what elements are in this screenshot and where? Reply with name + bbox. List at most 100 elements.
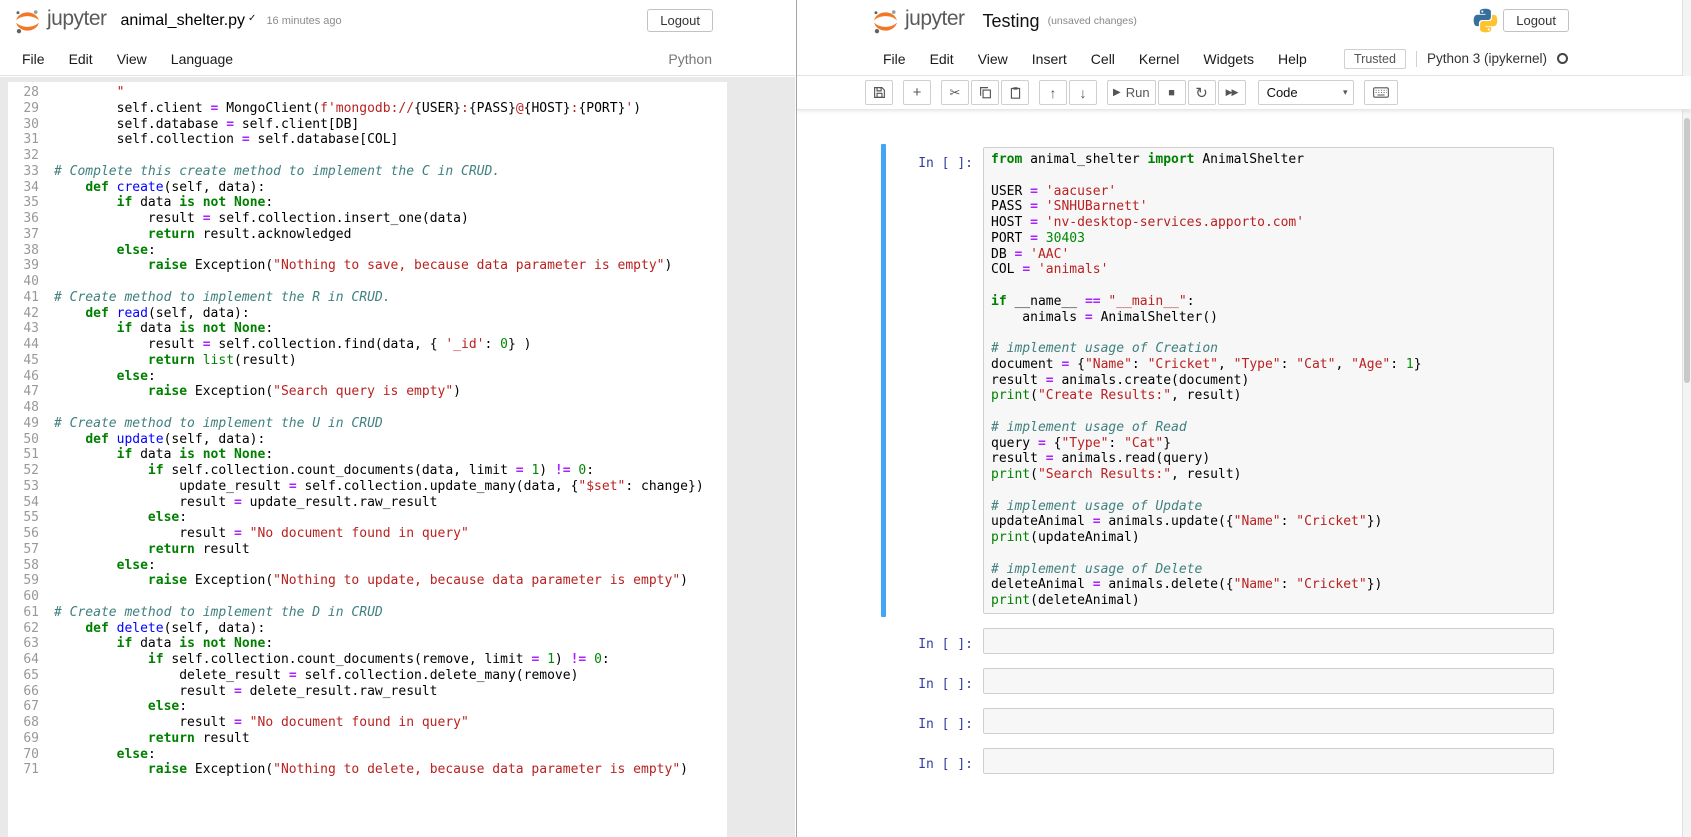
paste-cells-button[interactable] [1001,80,1029,105]
menu-view[interactable]: View [966,47,1020,71]
line-number: 62 [23,620,39,636]
logout-button[interactable]: Logout [1503,9,1569,32]
code-line: def create(self, data): [85,179,266,195]
restart-and-run-all-button[interactable]: ▶▶ [1217,80,1246,105]
editor-menu-items: File Edit View Language [10,47,245,71]
menu-widgets[interactable]: Widgets [1191,47,1266,71]
menu-cell[interactable]: Cell [1079,47,1127,71]
insert-cell-below-button[interactable]: + [903,80,931,105]
code-line: raise Exception("Nothing to save, becaus… [147,258,673,274]
restart-kernel-button[interactable]: ↻ [1187,80,1216,105]
trusted-button[interactable]: Trusted [1344,48,1406,69]
copy-cells-button[interactable] [971,80,999,105]
code-line: delete_result = self.collection.delete_m… [54,667,579,683]
code-line: if data is not None: [116,447,274,463]
command-palette-button[interactable] [1363,80,1398,105]
cell-input[interactable] [983,667,1554,694]
line-number: 36 [23,211,39,226]
menu-insert[interactable]: Insert [1020,47,1079,71]
menu-file[interactable]: File [10,47,57,71]
keyboard-icon [1372,87,1389,98]
code-line: result = update_result.raw_result [54,494,438,510]
cut-cells-button[interactable]: ✂ [941,80,969,105]
menu-language[interactable]: Language [159,47,245,71]
code-line: result = animals.read(query) [991,451,1211,467]
jupyter-logo[interactable]: jupyter [873,7,965,35]
line-number: 55 [23,510,39,526]
line-number: 32 [23,148,39,163]
code-line: PASS = 'SNHUBarnett' [991,199,1148,215]
interrupt-kernel-button[interactable]: ■ [1157,80,1186,105]
arrow-up-icon: ↑ [1049,84,1057,101]
code-line: result = animals.create(document) [991,372,1250,388]
code-line: result = self.collection.find(data, { '_… [54,337,532,352]
code-line: PORT = 30403 [991,230,1085,246]
cell-input[interactable] [983,627,1554,654]
chevron-down-icon: ▾ [1343,87,1348,97]
notebook-title[interactable]: Testing [983,11,1040,32]
cell-type-select[interactable]: Code ▾ [1257,80,1354,105]
menu-edit[interactable]: Edit [918,47,966,71]
line-number: 64 [23,652,39,667]
move-cell-down-button[interactable]: ↓ [1069,80,1097,105]
cell-input[interactable]: from animal_shelter import AnimalShelter… [983,147,1554,614]
editor-window: jupyter animal_shelter.py ✓ 16 minutes a… [0,0,795,837]
code-line: HOST = 'nv-desktop-services.apporto.com' [991,215,1305,230]
cell-input[interactable] [983,707,1554,734]
menu-help[interactable]: Help [1266,47,1319,71]
clipboard-icon [1010,87,1020,99]
menu-kernel[interactable]: Kernel [1127,47,1191,71]
notebook-cell[interactable]: In [ ]: [881,705,1554,737]
menubar-divider [1415,50,1417,67]
notebook-cell[interactable]: In [ ]: [881,745,1554,777]
line-number: 46 [23,368,39,384]
save-icon [873,87,885,98]
kernel-status-icon [1557,53,1568,64]
move-cell-up-button[interactable]: ↑ [1039,80,1067,105]
run-label: Run [1125,85,1150,100]
menu-file[interactable]: File [871,47,918,71]
filename[interactable]: animal_shelter.py [121,12,246,30]
line-number: 41 [23,289,39,305]
code-line: else: [116,557,156,573]
code-line: return result [147,730,250,746]
scrollbar[interactable] [1682,0,1691,837]
jupyter-wordmark: jupyter [47,7,107,30]
line-number: 61 [23,604,39,620]
notebook-cell[interactable]: In [ ]: [881,625,1554,657]
line-number: 57 [23,541,39,557]
code-line: # Complete this create method to impleme… [54,163,501,179]
line-number: 53 [23,478,39,494]
cell-input[interactable] [983,747,1554,774]
run-button[interactable]: ▶ Run [1107,80,1156,105]
line-number: 40 [23,274,39,289]
editor-code[interactable]: " self.client = MongoClient(f'mongodb://… [46,82,727,837]
code-editor[interactable]: 28 29 30 31 32 33 34 35 36 37 38 39 40 41 42 43 44 45 46 47… [8,82,727,837]
scissors-icon: ✂ [949,84,961,100]
code-line: animals = AnimalShelter() [991,309,1218,325]
notebook-cell[interactable]: In [ ]: from animal_shelter import Animal… [881,144,1554,617]
code-line: " [116,85,125,100]
logout-button[interactable]: Logout [647,9,713,32]
line-number: 31 [23,132,39,148]
menu-view[interactable]: View [105,47,159,71]
code-line: query = {"Type": "Cat"} [991,435,1172,451]
jupyter-logo[interactable]: jupyter [15,7,107,35]
code-line: return result.acknowledged [147,226,352,242]
notebook-cell[interactable]: In [ ]: [881,665,1554,697]
line-number: 67 [23,699,39,715]
code-line: if self.collection.count_documents(data,… [147,463,595,478]
stop-icon: ■ [1168,86,1175,99]
menu-edit[interactable]: Edit [57,47,105,71]
scrollbar-thumb[interactable] [1684,118,1690,383]
line-number: 59 [23,573,39,589]
line-number: 34 [23,179,39,195]
code-line: print("Search Results:", result) [991,467,1242,482]
line-number: 47 [23,384,39,400]
save-button[interactable] [865,80,893,105]
